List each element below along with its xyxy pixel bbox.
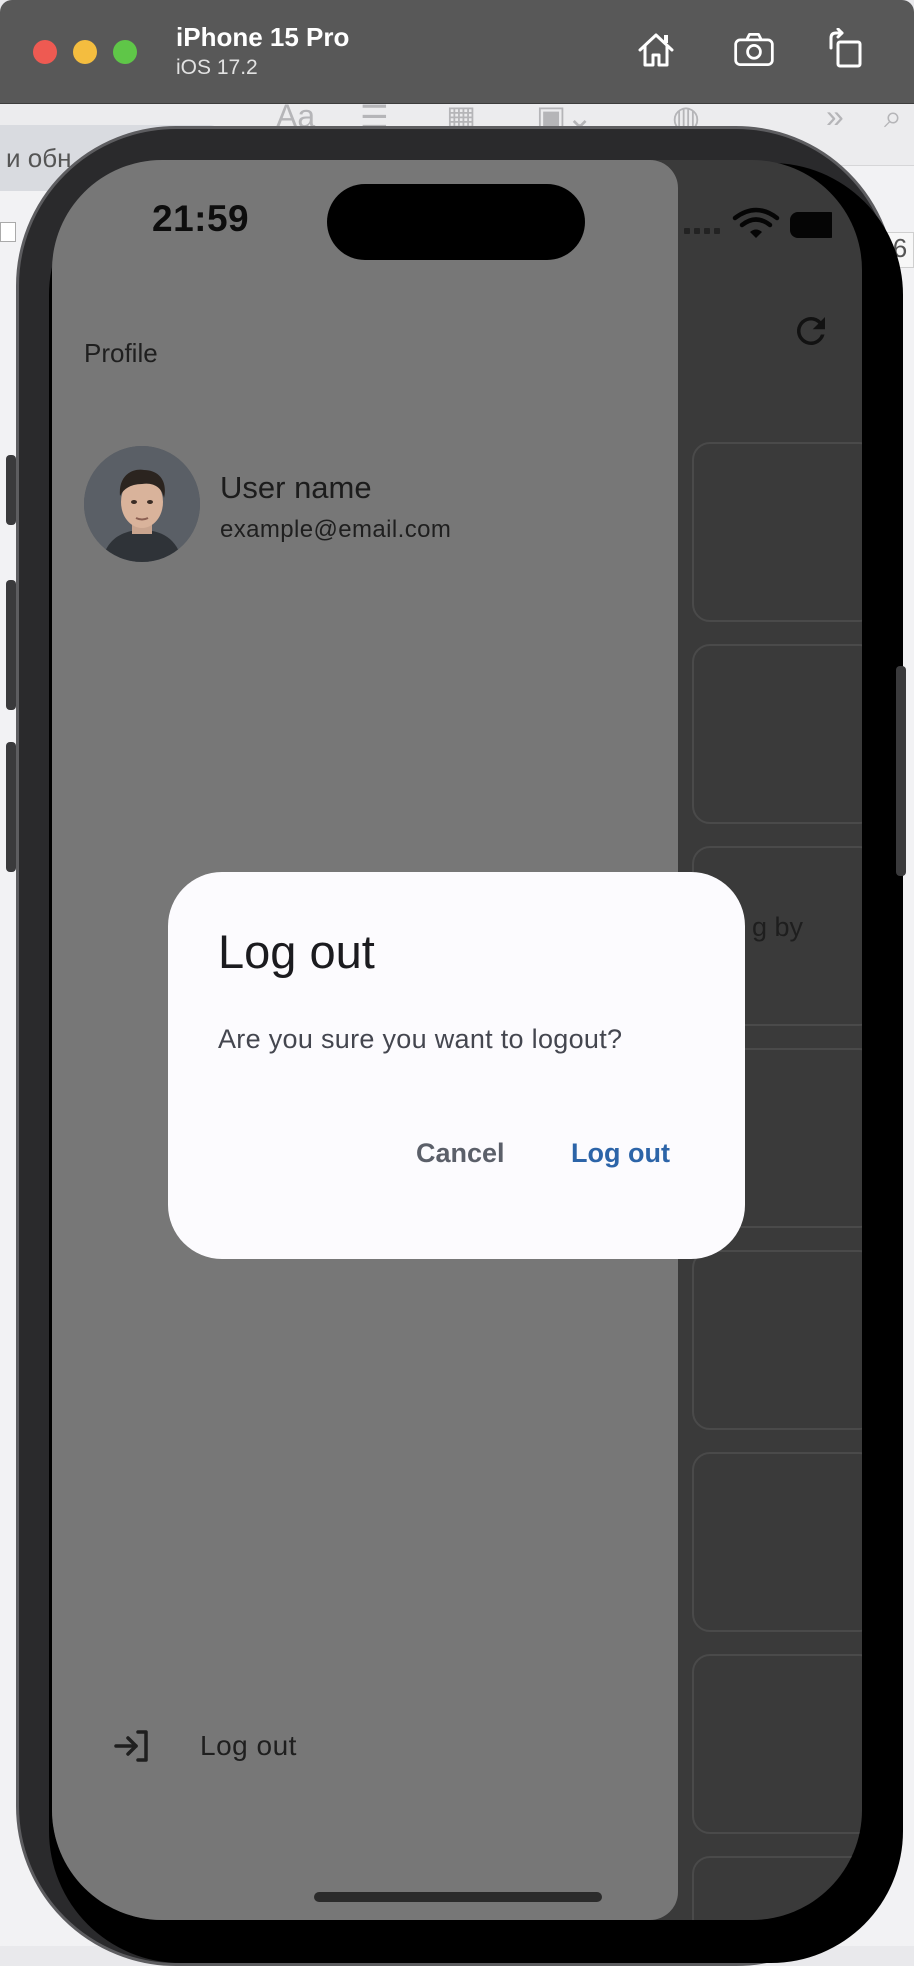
- dynamic-island: [327, 184, 585, 260]
- refresh-icon[interactable]: [790, 310, 832, 352]
- volume-up-button: [6, 580, 16, 710]
- simulator-titlebar: iPhone 15 Pro iOS 17.2: [0, 0, 914, 104]
- list-card: [692, 644, 862, 824]
- drawer-logout-label: Log out: [200, 1730, 297, 1761]
- user-email: example@email.com: [220, 516, 452, 543]
- status-icons: [684, 207, 832, 238]
- list-card: [692, 442, 862, 622]
- drawer-header: Profile: [84, 338, 158, 368]
- list-card: [692, 1250, 862, 1430]
- dialog-title: Log out: [218, 925, 375, 978]
- list-card: [692, 1654, 862, 1834]
- volume-down-button: [6, 742, 16, 872]
- user-name: User name: [220, 470, 372, 505]
- home-indicator[interactable]: [314, 1892, 602, 1902]
- desktop-checkbox: [0, 222, 16, 242]
- cellular-signal-icon: [684, 228, 720, 234]
- list-card: [692, 1452, 862, 1632]
- logout-dialog: Log out Are you sure you want to logout?…: [168, 872, 745, 1259]
- zoom-window-button[interactable]: [113, 40, 137, 64]
- list-card-text: g by: [752, 912, 804, 942]
- list-card: [692, 1856, 862, 1920]
- os-version: iOS 17.2: [176, 56, 258, 79]
- avatar-photo: [84, 446, 200, 562]
- status-time: 21:59: [152, 198, 250, 239]
- dialog-message: Are you sure you want to logout?: [218, 1024, 623, 1054]
- drawer-logout-item[interactable]: Log out: [112, 1720, 352, 1776]
- screenshot-icon[interactable]: [732, 28, 780, 72]
- home-icon[interactable]: [634, 28, 678, 72]
- device-name: iPhone 15 Pro: [176, 22, 350, 52]
- avatar: [84, 446, 200, 562]
- battery-icon: [790, 212, 832, 238]
- close-window-button[interactable]: [33, 40, 57, 64]
- power-button: [896, 666, 906, 876]
- rotate-icon[interactable]: [824, 27, 868, 72]
- wifi-icon: [732, 207, 780, 238]
- confirm-logout-button[interactable]: Log out: [571, 1138, 670, 1169]
- minimize-window-button[interactable]: [73, 40, 97, 64]
- cancel-button[interactable]: Cancel: [416, 1138, 505, 1169]
- action-button: [6, 455, 16, 525]
- login-arrow-icon: [114, 1730, 148, 1762]
